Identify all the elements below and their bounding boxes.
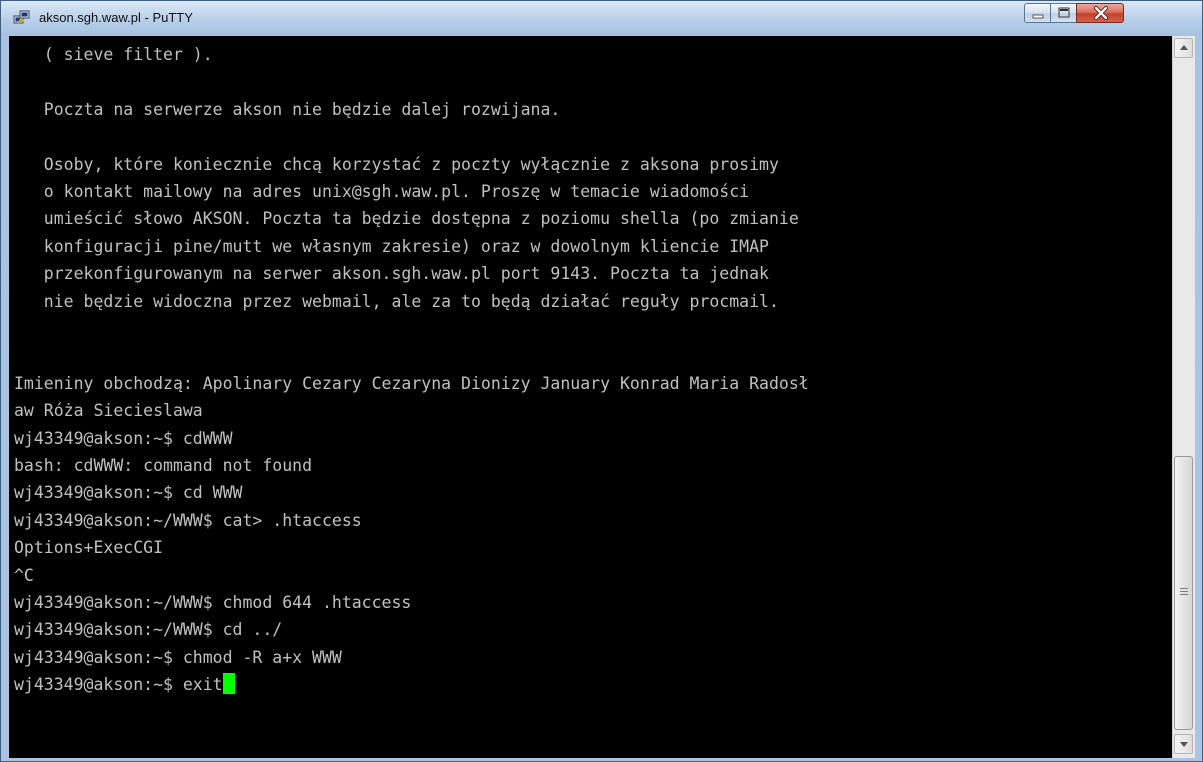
terminal-line: bash: cdWWW: command not found bbox=[14, 456, 313, 475]
close-button[interactable] bbox=[1076, 3, 1124, 23]
vertical-scrollbar[interactable] bbox=[1172, 36, 1195, 758]
grip-line bbox=[1180, 591, 1188, 592]
putty-icon[interactable] bbox=[13, 10, 31, 26]
terminal-line: wj43349@akson:~$ chmod -R a+x WWW bbox=[14, 647, 342, 667]
minimize-button[interactable] bbox=[1024, 3, 1051, 23]
terminal-line: wj43349@akson:~$ cd WWW bbox=[14, 483, 243, 503]
arrow-up-icon bbox=[1180, 45, 1188, 50]
terminal-line: wj43349@akson:~/WWW$ cat> .htaccess bbox=[14, 510, 362, 530]
maximize-button[interactable] bbox=[1050, 3, 1077, 23]
terminal-line: Imieniny obchodzą: Apolinary Cezary Ceza… bbox=[14, 373, 809, 393]
terminal-line: ( sieve filter ). bbox=[14, 45, 213, 64]
minimize-icon bbox=[1032, 14, 1044, 19]
grip-line bbox=[1180, 588, 1188, 589]
terminal-line: nie będzie widoczna przez webmail, ale z… bbox=[14, 291, 779, 311]
terminal-line: Osoby, które koniecznie chcą korzystać z… bbox=[14, 154, 779, 174]
grip-line bbox=[1180, 594, 1188, 595]
putty-window: akson.sgh.waw.pl - PuTTY ( sieve filter … bbox=[0, 0, 1203, 762]
terminal-line: wj43349@akson:~$ exit bbox=[14, 671, 235, 698]
terminal-line: ^C bbox=[14, 565, 34, 585]
scrollbar-thumb[interactable] bbox=[1174, 456, 1193, 730]
terminal-line: umieścić słowo AKSON. Poczta ta będzie d… bbox=[14, 209, 799, 229]
arrow-down-icon bbox=[1180, 742, 1188, 747]
terminal-line: aw Róża Siecieslawa bbox=[14, 401, 203, 421]
terminal-line: konfiguracji pine/mutt we własnym zakres… bbox=[14, 236, 769, 256]
terminal-output[interactable]: ( sieve filter ). Poczta na serwerze aks… bbox=[9, 36, 1172, 758]
terminal-line: wj43349@akson:~/WWW$ chmod 644 .htaccess bbox=[14, 593, 412, 612]
close-icon bbox=[1094, 6, 1108, 20]
maximize-icon bbox=[1058, 7, 1070, 18]
scroll-up-button[interactable] bbox=[1174, 38, 1193, 58]
terminal-line: Poczta na serwerze akson nie będzie dale… bbox=[14, 99, 561, 119]
text-cursor bbox=[222, 673, 235, 695]
terminal-line: wj43349@akson:~/WWW$ cd ../ bbox=[14, 620, 283, 640]
terminal-line: o kontakt mailowy na adres unix@sgh.waw.… bbox=[14, 182, 750, 201]
terminal-line: przekonfigurowanym na serwer akson.sgh.w… bbox=[14, 264, 769, 284]
terminal-line: Options+ExecCGI bbox=[14, 538, 164, 558]
title-bar[interactable]: akson.sgh.waw.pl - PuTTY bbox=[1, 1, 1202, 35]
scroll-down-button[interactable] bbox=[1174, 734, 1193, 754]
window-title: akson.sgh.waw.pl - PuTTY bbox=[39, 10, 193, 25]
terminal-line: wj43349@akson:~$ cdWWW bbox=[14, 428, 233, 448]
